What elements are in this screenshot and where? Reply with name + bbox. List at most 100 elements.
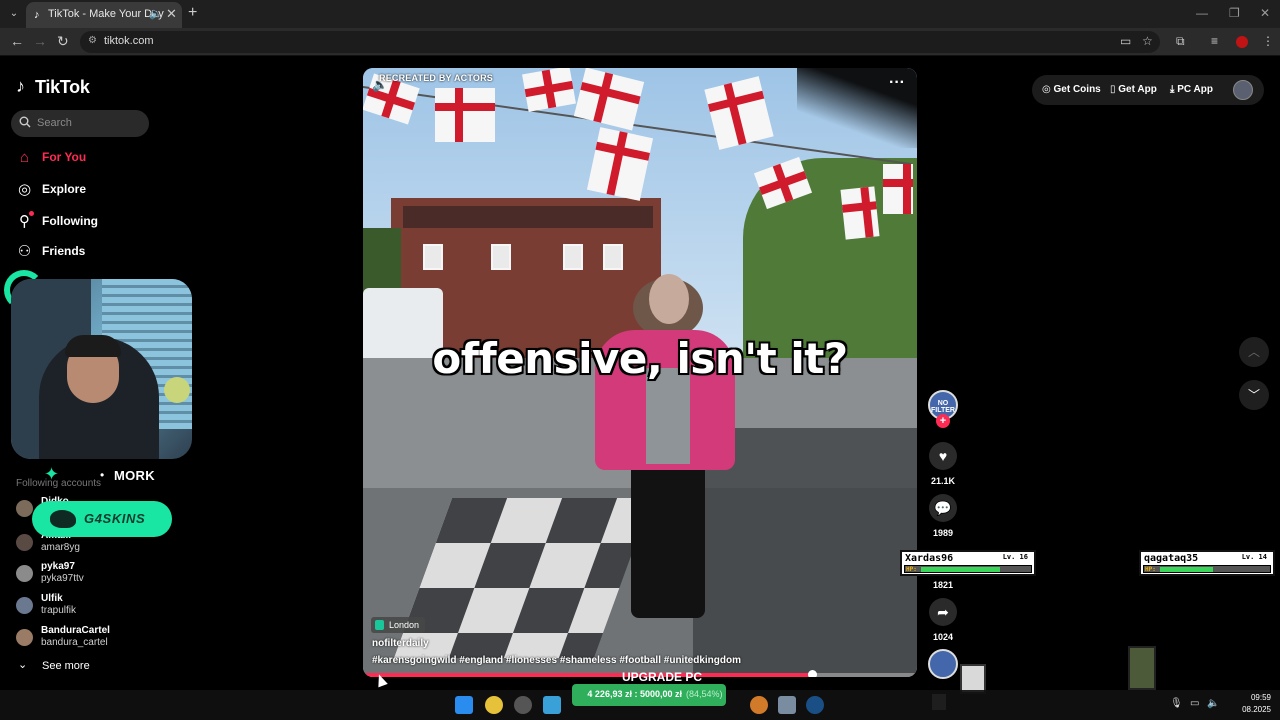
- streamer-webcam: [11, 279, 192, 459]
- windows-start-icon[interactable]: [455, 696, 473, 714]
- pc-app-button[interactable]: ⤓ PC App: [1170, 84, 1213, 95]
- settings-icon[interactable]: [778, 696, 796, 714]
- url-text: tiktok.com: [104, 35, 154, 47]
- account-handle: bandura_cartel: [41, 637, 108, 648]
- notification-dot: [29, 211, 34, 216]
- microphone-icon[interactable]: 🎙: [1170, 698, 1183, 709]
- more-options-icon[interactable]: ···: [889, 74, 905, 92]
- like-count: 21.1K: [930, 476, 956, 486]
- avatar: [16, 597, 33, 614]
- england-flag: [435, 88, 495, 142]
- chevron-down-icon: ⌄: [18, 659, 28, 671]
- minimize-icon[interactable]: —: [1196, 6, 1208, 20]
- previous-video-chevron-up-icon[interactable]: ︿: [1239, 337, 1269, 367]
- comment-icon[interactable]: 💬: [929, 494, 957, 522]
- bookmark-star-icon[interactable]: ☆: [1142, 34, 1153, 48]
- app-icon[interactable]: [750, 696, 768, 714]
- hp-label: HP:: [906, 566, 917, 573]
- tiktok-note-icon: ♪: [16, 76, 25, 96]
- avatar: [16, 565, 33, 582]
- new-tab-icon[interactable]: +: [188, 4, 197, 22]
- get-app-label: Get App: [1118, 84, 1157, 95]
- video-caption: offensive, isn't it?: [432, 334, 848, 383]
- like-heart-icon[interactable]: ♥: [929, 442, 957, 470]
- extensions-icon[interactable]: ⧉: [1176, 34, 1185, 49]
- streamer-label: ✦ • MORK: [40, 464, 180, 488]
- account-item[interactable]: pyka97 pyka97ttv: [16, 561, 176, 589]
- hp-fill: [921, 567, 1001, 572]
- search-placeholder: Search: [37, 117, 72, 129]
- video-house-window: [563, 244, 583, 270]
- video-player[interactable]: 🔈 RECREATED BY ACTORS ··· offensive, isn…: [363, 68, 917, 677]
- goal-percent: (84,54%): [686, 689, 723, 699]
- volume-icon[interactable]: 🔈: [1207, 698, 1219, 709]
- clock-date[interactable]: 08.2025: [1237, 705, 1271, 714]
- media-icon[interactable]: ≡: [1211, 34, 1218, 48]
- home-icon: ⌂: [19, 149, 30, 166]
- sidebar-item-label: For You: [42, 150, 87, 164]
- see-more-button[interactable]: ⌄ See more: [16, 658, 136, 676]
- sparkle-icon: ✦: [44, 464, 60, 484]
- video-author[interactable]: nofilterdaily: [372, 638, 429, 649]
- clock-time[interactable]: 09:59: [1237, 693, 1271, 702]
- location-badge[interactable]: London: [371, 617, 426, 633]
- streamer-name: MORK: [114, 468, 155, 483]
- england-flag: [840, 186, 880, 240]
- video-house-window: [423, 244, 443, 270]
- follow-plus-icon[interactable]: +: [936, 414, 950, 428]
- chrome-icon[interactable]: [485, 696, 503, 714]
- header-actions: ◎ Get Coins ▯ Get App ⤓ PC App: [1032, 75, 1264, 105]
- site-info-icon[interactable]: ⚙: [88, 35, 97, 46]
- url-field[interactable]: ⚙ tiktok.com: [80, 31, 1160, 53]
- cast-icon[interactable]: ▭: [1120, 34, 1131, 48]
- sidebar-item-explore[interactable]: ◎ Explore: [16, 179, 176, 201]
- sponsor-badge: G4SKINS: [32, 501, 172, 537]
- app-icon[interactable]: [514, 696, 532, 714]
- steam-icon[interactable]: [806, 696, 824, 714]
- account-handle: amar8yg: [41, 542, 80, 553]
- profile-avatar[interactable]: [1236, 36, 1248, 48]
- forward-icon[interactable]: →: [33, 33, 47, 49]
- get-coins-button[interactable]: ◎ Get Coins: [1042, 84, 1101, 95]
- back-icon[interactable]: ←: [10, 33, 24, 49]
- logo-text: TikTok: [35, 77, 90, 97]
- video-hashtags[interactable]: #karensgoingwild #england #lionesses #sh…: [372, 655, 741, 666]
- network-icon[interactable]: ▭: [1190, 698, 1199, 709]
- video-disclaimer-tag: RECREATED BY ACTORS: [379, 73, 493, 83]
- sidebar-item-friends[interactable]: ⚇ Friends: [16, 241, 176, 263]
- hp-bar: HP:: [1143, 565, 1271, 573]
- get-app-button[interactable]: ▯ Get App: [1110, 84, 1157, 95]
- maximize-icon[interactable]: ❐: [1229, 6, 1240, 20]
- app-icon[interactable]: [543, 696, 561, 714]
- share-icon[interactable]: ➦: [929, 598, 957, 626]
- sidebar-item-for-you[interactable]: ⌂ For You: [16, 147, 176, 169]
- avatar: [16, 534, 33, 551]
- search-input[interactable]: Search: [11, 110, 149, 137]
- video-person-legs: [631, 458, 705, 618]
- browser-tab[interactable]: ♪ TikTok - Make Your Day 🔈 ✕: [26, 2, 182, 28]
- hp-fill: [1160, 567, 1213, 572]
- music-disc-avatar[interactable]: [928, 649, 958, 679]
- save-count: 1821: [932, 580, 954, 590]
- window-close-icon[interactable]: ✕: [1260, 6, 1270, 20]
- close-icon[interactable]: ✕: [166, 6, 177, 22]
- sidebar-item-following[interactable]: ⚲ Following: [16, 211, 176, 233]
- account-item[interactable]: BanduraCartel bandura_cartel: [16, 625, 176, 653]
- video-progress-knob[interactable]: [807, 670, 817, 677]
- next-video-chevron-down-icon[interactable]: ﹀: [1239, 380, 1269, 410]
- account-handle: trapulfik: [41, 605, 77, 616]
- location-pin-icon: [375, 620, 384, 630]
- england-flag: [883, 164, 913, 214]
- kebab-menu-icon[interactable]: ⋮: [1262, 34, 1274, 48]
- account-name: pyka97: [41, 561, 75, 572]
- user-avatar[interactable]: [1233, 80, 1253, 100]
- tab-search-icon[interactable]: ⌄: [6, 6, 22, 22]
- friends-icon: ⚇: [17, 243, 32, 260]
- location-label: London: [389, 620, 420, 630]
- reload-icon[interactable]: ↻: [57, 33, 69, 50]
- hp-bar: HP:: [904, 565, 1032, 573]
- hp-card-name: Xardas96: [905, 553, 954, 564]
- account-item[interactable]: Ulfik trapulfik: [16, 593, 176, 621]
- speaker-icon[interactable]: 🔈: [149, 7, 163, 20]
- hp-card: Xardas96 Lv. 16 HP:: [900, 550, 1036, 576]
